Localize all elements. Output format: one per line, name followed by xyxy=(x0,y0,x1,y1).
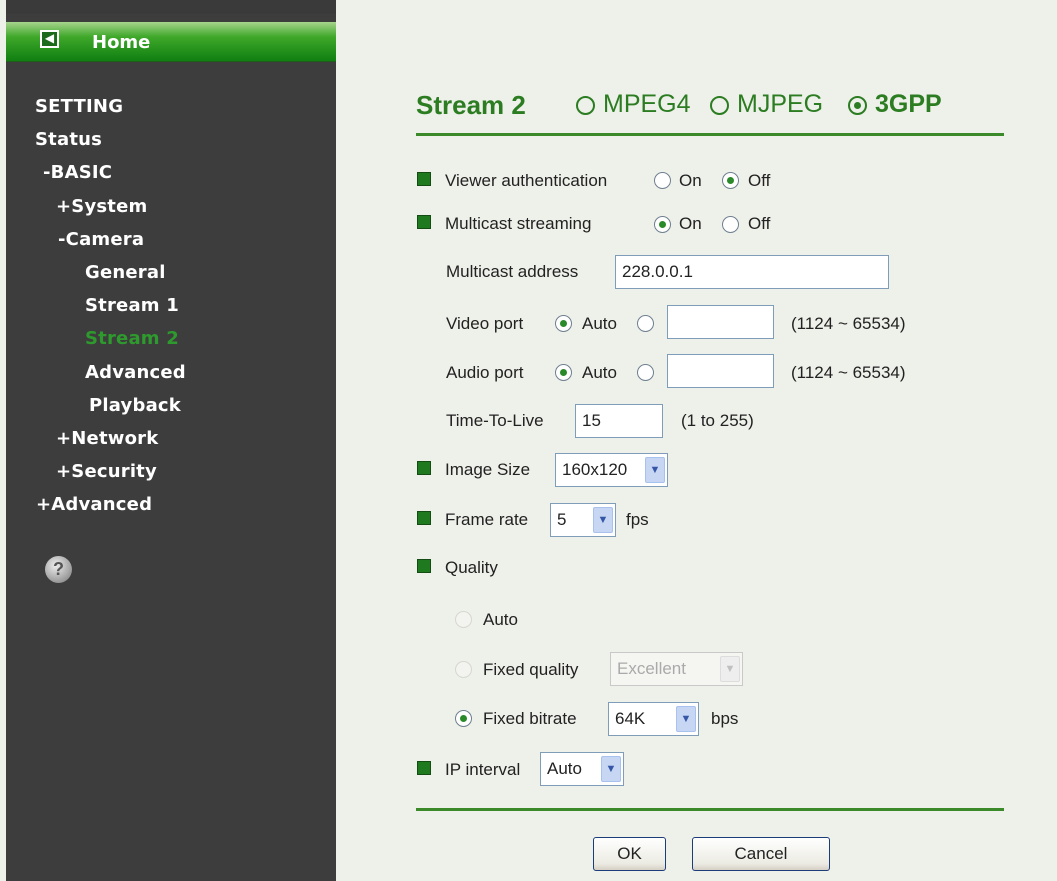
home-link[interactable]: ◀ Home xyxy=(6,22,336,62)
encoding-label: 3GPP xyxy=(875,90,942,118)
bitrate-unit: bps xyxy=(711,709,739,728)
multicast-off-radio[interactable] xyxy=(722,216,739,233)
ip-interval-value: Auto xyxy=(547,759,582,778)
main-panel: Stream 2 MPEG4 MJPEG 3GPP Viewer authent… xyxy=(336,0,1057,881)
chevron-down-icon: ▼ xyxy=(720,656,740,682)
quality-auto-label: Auto xyxy=(483,610,518,629)
nav-security[interactable]: +Security xyxy=(56,461,157,482)
encoding-label: MPEG4 xyxy=(603,90,691,118)
bullet-icon xyxy=(417,761,431,775)
ok-button[interactable]: OK xyxy=(593,837,666,871)
video-port-auto-radio[interactable] xyxy=(555,315,572,332)
nav-advanced[interactable]: +Advanced xyxy=(36,494,152,515)
page-title: Stream 2 xyxy=(416,90,526,120)
fixed-bitrate-select[interactable]: 64K ▼ xyxy=(608,702,699,736)
ttl-label: Time-To-Live xyxy=(446,411,544,430)
image-size-label: Image Size xyxy=(445,460,531,479)
quality-fixed-quality-label: Fixed quality xyxy=(483,660,579,679)
header-divider xyxy=(416,133,1004,136)
bullet-icon xyxy=(417,511,431,525)
multicast-address-label: Multicast address xyxy=(446,262,579,281)
bullet-icon xyxy=(417,461,431,475)
quality-fixed-quality-radio[interactable] xyxy=(455,661,472,678)
sidebar-top-strip xyxy=(6,0,336,14)
fixed-bitrate-value: 64K xyxy=(615,709,646,728)
quality-fixed-bitrate-label: Fixed bitrate xyxy=(483,709,577,728)
multicast-on-label: On xyxy=(679,214,702,233)
cancel-button[interactable]: Cancel xyxy=(692,837,830,871)
viewer-auth-off-radio[interactable] xyxy=(722,172,739,189)
encoding-option-3gpp[interactable]: 3GPP xyxy=(848,90,942,119)
audio-port-auto-label: Auto xyxy=(582,363,617,382)
nav-stream-1[interactable]: Stream 1 xyxy=(85,295,179,316)
audio-port-field[interactable] xyxy=(667,354,774,388)
nav-camera[interactable]: -Camera xyxy=(58,229,144,250)
multicast-address-field[interactable]: 228.0.0.1 xyxy=(615,255,889,289)
bullet-icon xyxy=(417,215,431,229)
audio-port-manual-radio[interactable] xyxy=(637,364,654,381)
nav-network[interactable]: +Network xyxy=(56,428,158,449)
chevron-down-icon: ▼ xyxy=(676,706,696,732)
fixed-quality-select[interactable]: Excellent ▼ xyxy=(610,652,743,686)
image-size-select[interactable]: 160x120 ▼ xyxy=(555,453,668,487)
audio-port-range: (1124 ~ 65534) xyxy=(791,363,906,382)
radio-icon xyxy=(710,96,729,115)
video-port-manual-radio[interactable] xyxy=(637,315,654,332)
home-label: Home xyxy=(92,32,151,53)
quality-auto-radio[interactable] xyxy=(455,611,472,628)
fixed-quality-value: Excellent xyxy=(617,659,686,678)
viewer-auth-off-label: Off xyxy=(748,171,771,190)
sidebar: ◀ Home SETTING Status -BASIC +System -Ca… xyxy=(6,0,336,881)
image-size-value: 160x120 xyxy=(562,460,628,479)
nav-system[interactable]: +System xyxy=(56,196,147,217)
bullet-icon xyxy=(417,559,431,573)
ttl-field[interactable]: 15 xyxy=(575,404,663,438)
nav-stream-2[interactable]: Stream 2 xyxy=(85,328,179,349)
multicast-label: Multicast streaming xyxy=(445,214,592,233)
frame-rate-select[interactable]: 5 ▼ xyxy=(550,503,616,537)
footer-divider xyxy=(416,808,1004,811)
video-port-field[interactable] xyxy=(667,305,774,339)
frame-rate-value: 5 xyxy=(557,510,567,529)
radio-icon xyxy=(576,96,595,115)
chevron-down-icon: ▼ xyxy=(593,507,613,533)
video-port-label: Video port xyxy=(446,314,524,333)
quality-label: Quality xyxy=(445,558,498,577)
nav-general[interactable]: General xyxy=(85,262,166,283)
back-arrow-icon: ◀ xyxy=(40,30,59,48)
encoding-label: MJPEG xyxy=(737,90,824,118)
ip-interval-label: IP interval xyxy=(445,760,521,779)
nav-basic[interactable]: -BASIC xyxy=(43,162,112,183)
encoding-option-mjpeg[interactable]: MJPEG xyxy=(710,90,823,119)
nav-status[interactable]: Status xyxy=(35,129,102,150)
chevron-down-icon: ▼ xyxy=(645,457,665,483)
frame-rate-unit: fps xyxy=(626,510,649,529)
viewer-auth-label: Viewer authentication xyxy=(445,171,608,190)
video-port-range: (1124 ~ 65534) xyxy=(791,314,906,333)
bullet-icon xyxy=(417,172,431,186)
nav-setting: SETTING xyxy=(35,96,124,117)
radio-icon xyxy=(848,96,867,115)
chevron-down-icon: ▼ xyxy=(601,756,621,782)
viewer-auth-on-radio[interactable] xyxy=(654,172,671,189)
multicast-off-label: Off xyxy=(748,214,771,233)
nav-advanced-camera[interactable]: Advanced xyxy=(85,362,186,383)
audio-port-label: Audio port xyxy=(446,363,524,382)
ttl-range: (1 to 255) xyxy=(681,411,754,430)
multicast-on-radio[interactable] xyxy=(654,216,671,233)
encoding-option-mpeg4[interactable]: MPEG4 xyxy=(576,90,691,119)
frame-rate-label: Frame rate xyxy=(445,510,529,529)
ip-interval-select[interactable]: Auto ▼ xyxy=(540,752,624,786)
video-port-auto-label: Auto xyxy=(582,314,617,333)
quality-fixed-bitrate-radio[interactable] xyxy=(455,710,472,727)
viewer-auth-on-label: On xyxy=(679,171,702,190)
nav-playback[interactable]: Playback xyxy=(89,395,181,416)
audio-port-auto-radio[interactable] xyxy=(555,364,572,381)
help-icon[interactable]: ? xyxy=(45,556,72,583)
